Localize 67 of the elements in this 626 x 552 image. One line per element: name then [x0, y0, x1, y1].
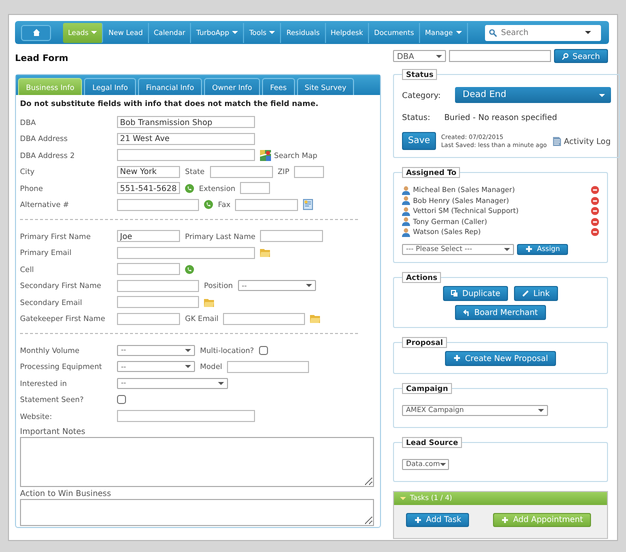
- plus-icon: [414, 516, 422, 524]
- text-field[interactable]: [235, 198, 298, 211]
- lookup-field[interactable]: [448, 50, 551, 62]
- home-button[interactable]: [21, 24, 51, 40]
- text-field[interactable]: [117, 312, 180, 325]
- folder-icon[interactable]: [204, 298, 214, 307]
- dropdown[interactable]: DBA: [393, 50, 446, 62]
- remove-icon[interactable]: [591, 218, 599, 226]
- phone-icon[interactable]: [185, 264, 194, 274]
- checkbox[interactable]: [258, 346, 268, 355]
- plus-icon: [501, 516, 510, 524]
- plus-icon: [525, 245, 533, 253]
- card-icon[interactable]: [303, 199, 314, 210]
- remove-icon[interactable]: [591, 207, 599, 216]
- copy-icon: [451, 290, 458, 296]
- text-field[interactable]: [117, 198, 199, 211]
- field-label: Important Notes: [20, 426, 86, 436]
- search-field[interactable]: Search: [485, 24, 601, 40]
- text-field[interactable]: [210, 166, 273, 178]
- text-field[interactable]: [223, 312, 306, 325]
- plus-icon: [452, 354, 461, 362]
- create-proposal-button[interactable]: Create New Proposal: [444, 350, 556, 366]
- phone-icon[interactable]: [204, 200, 213, 210]
- return-icon: [463, 308, 470, 316]
- status-text: Buried - No reason specified: [444, 113, 558, 122]
- add-appointment-button[interactable]: Add Appointment: [493, 512, 591, 526]
- phone-icon[interactable]: [185, 184, 194, 193]
- action-button[interactable]: Link: [514, 286, 558, 300]
- text-field[interactable]: New York: [117, 166, 180, 178]
- text-field[interactable]: 21 West Ave: [117, 132, 255, 145]
- text-field[interactable]: 551-541-5628: [117, 182, 180, 194]
- text-field[interactable]: [260, 230, 324, 242]
- text-field[interactable]: Bob Transmission Shop: [117, 116, 255, 128]
- activity-log-link[interactable]: Activity Log: [552, 136, 611, 146]
- home-icon: [32, 29, 40, 36]
- link-icon: [522, 290, 530, 296]
- text-area[interactable]: [20, 436, 374, 486]
- search-icon: [562, 52, 569, 60]
- field-label: Category:: [402, 90, 441, 100]
- document-icon: [552, 136, 561, 146]
- category-dropdown[interactable]: Dead End: [454, 87, 611, 103]
- remove-icon[interactable]: [591, 196, 599, 205]
- text-field[interactable]: [117, 263, 180, 276]
- folder-icon[interactable]: [260, 248, 270, 258]
- text-field[interactable]: [117, 246, 255, 259]
- save-button[interactable]: Save: [402, 132, 436, 150]
- text-field[interactable]: [227, 360, 310, 373]
- action-button[interactable]: Duplicate: [443, 286, 508, 300]
- search-icon: [489, 28, 497, 36]
- text-field[interactable]: [117, 280, 199, 292]
- text-area[interactable]: [20, 498, 374, 526]
- checkbox[interactable]: [117, 395, 126, 404]
- map-icon: [260, 150, 271, 161]
- remove-icon[interactable]: [591, 186, 599, 194]
- text-field[interactable]: [117, 410, 255, 422]
- page-title: Lead Form: [15, 54, 70, 64]
- folder-icon[interactable]: [310, 314, 320, 324]
- text-field[interactable]: [240, 182, 270, 194]
- field-label: Status:: [402, 113, 430, 122]
- add-task-button[interactable]: Add Task: [406, 512, 470, 526]
- text-field[interactable]: [117, 149, 255, 162]
- action-button[interactable]: Board Merchant: [455, 304, 546, 320]
- remove-icon[interactable]: [591, 228, 599, 236]
- field-label: Action to Win Business: [20, 488, 112, 498]
- text-field[interactable]: [294, 166, 324, 178]
- search-button[interactable]: Search: [554, 49, 608, 63]
- text-field[interactable]: [117, 296, 199, 308]
